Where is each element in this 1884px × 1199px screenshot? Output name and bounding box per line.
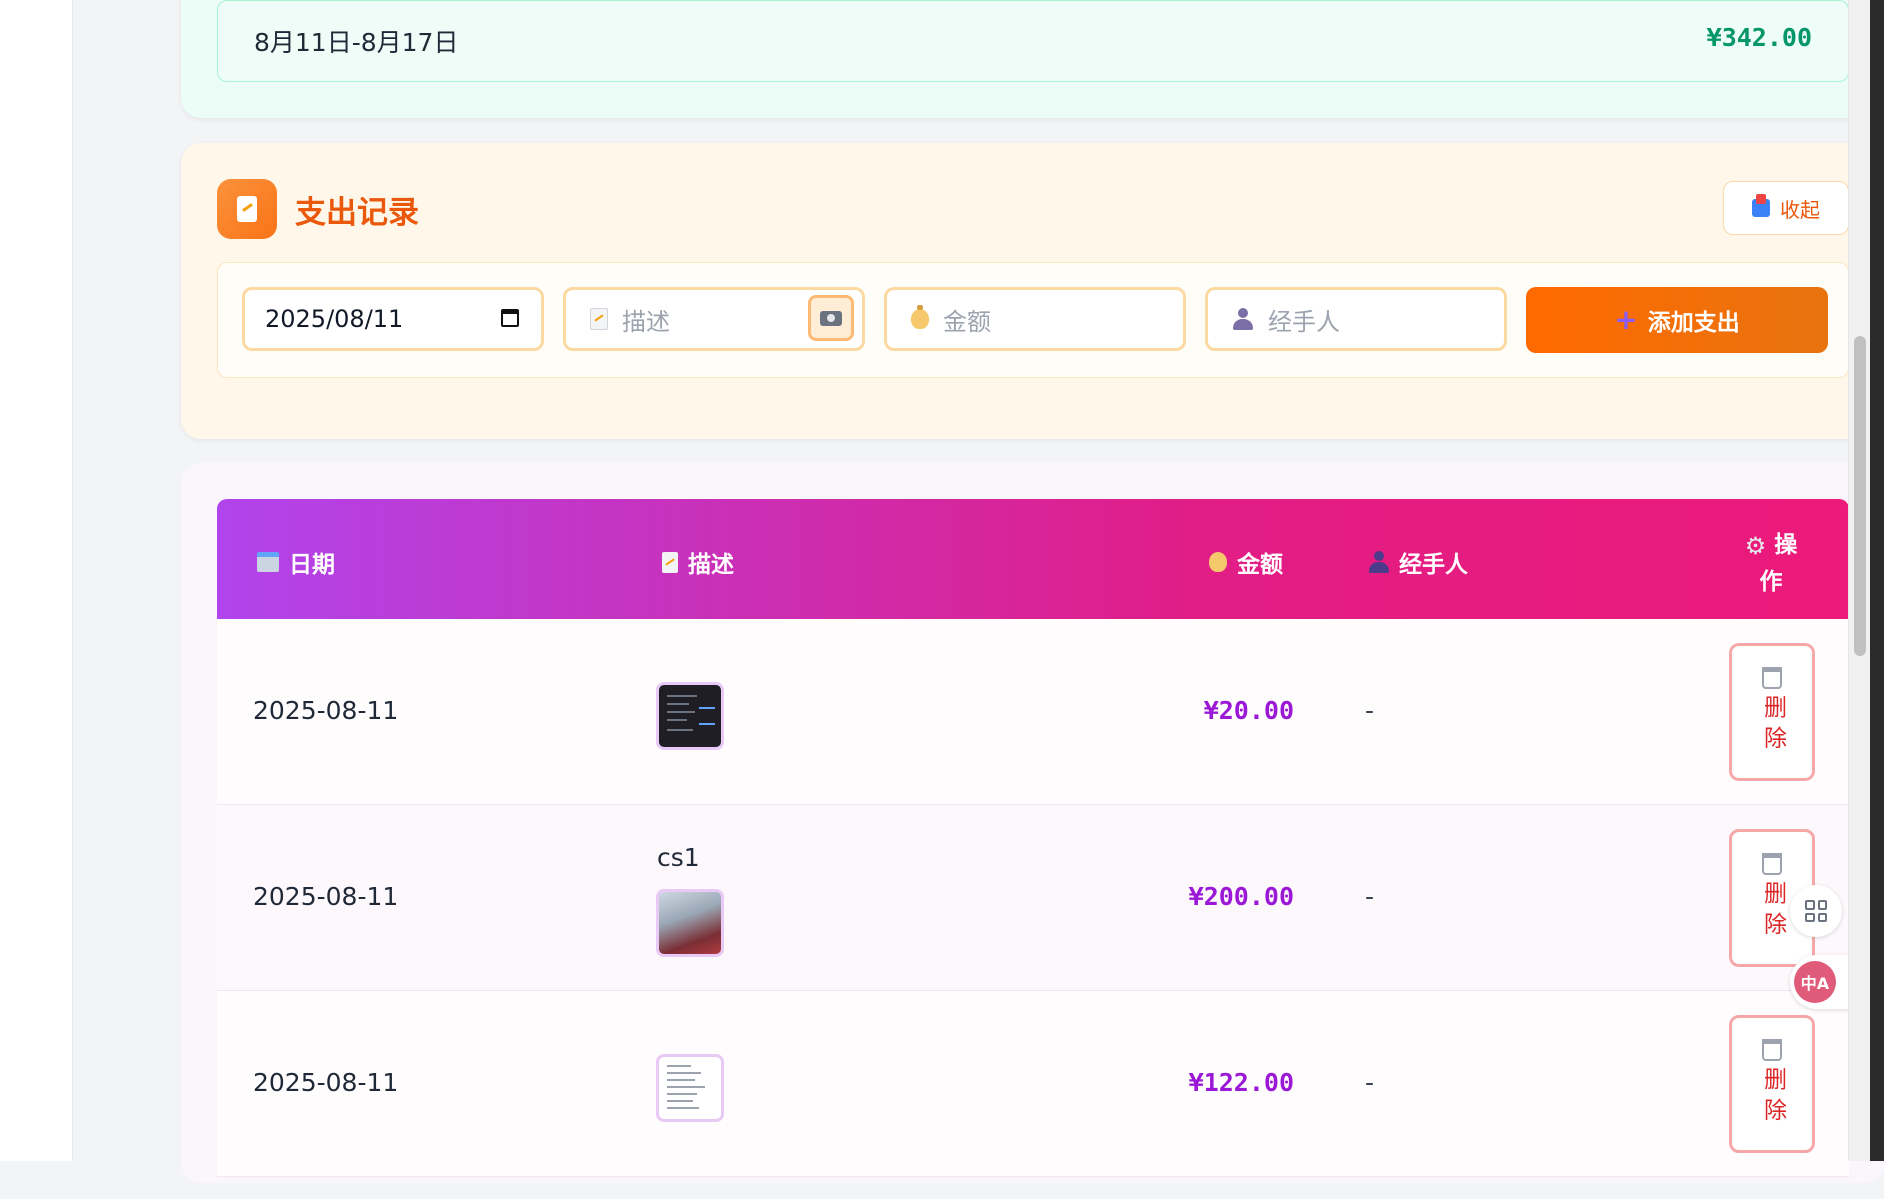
table-row: 2025-08-11 cs1 ¥200.00 - 删除 bbox=[217, 805, 1849, 991]
scrollbar-thumb[interactable] bbox=[1854, 336, 1866, 656]
calendar-icon bbox=[257, 552, 279, 572]
document-icon bbox=[662, 551, 678, 573]
expense-section-icon bbox=[217, 179, 277, 239]
camera-icon bbox=[820, 310, 842, 326]
header-handler-label: 经手人 bbox=[1399, 552, 1468, 578]
camera-upload-button[interactable] bbox=[808, 295, 854, 341]
handler-placeholder: 经手人 bbox=[1268, 307, 1340, 336]
collapse-label: 收起 bbox=[1780, 197, 1820, 222]
row-handler: - bbox=[1365, 882, 1375, 911]
inbox-icon bbox=[1752, 194, 1770, 217]
header-description-label: 描述 bbox=[688, 552, 734, 578]
header-operations: ⚙ 操作 bbox=[1741, 527, 1801, 600]
delete-button[interactable]: 删除 bbox=[1729, 643, 1815, 781]
page-scrollbar[interactable] bbox=[1848, 0, 1871, 1161]
row-amount: ¥200.00 bbox=[1188, 882, 1294, 911]
apps-float-button[interactable] bbox=[1790, 885, 1842, 937]
date-input[interactable]: 2025/08/11 bbox=[242, 287, 544, 351]
add-expense-label: 添加支出 bbox=[1647, 310, 1740, 336]
summary-amount: ¥342.00 bbox=[1706, 23, 1812, 52]
amount-input[interactable]: 金额 bbox=[884, 287, 1186, 351]
translate-float-button[interactable]: 中A bbox=[1790, 955, 1854, 1009]
receipt-thumbnail[interactable] bbox=[656, 682, 724, 750]
trash-icon bbox=[1762, 667, 1782, 689]
document-icon bbox=[590, 308, 608, 330]
collapse-button[interactable]: 收起 bbox=[1723, 181, 1849, 235]
expense-table: 日期 描述 金额 经手人 ⚙ 操作 2025-08-11 ¥20.00 - 删除… bbox=[217, 499, 1849, 1199]
add-expense-button[interactable]: + 添加支出 bbox=[1526, 287, 1828, 353]
row-amount: ¥20.00 bbox=[1203, 696, 1294, 725]
row-date: 2025-08-11 bbox=[253, 696, 399, 725]
description-placeholder: 描述 bbox=[622, 307, 670, 336]
header-date: 日期 bbox=[257, 545, 335, 579]
row-date: 2025-08-11 bbox=[253, 882, 399, 911]
expense-form-row: 2025/08/11 描述 金额 经手人 + 添加支出 bbox=[217, 262, 1849, 378]
row-amount: ¥122.00 bbox=[1188, 1068, 1294, 1097]
header-date-label: 日期 bbox=[289, 552, 335, 578]
apps-icon bbox=[1805, 900, 1827, 922]
plus-icon: + bbox=[1614, 303, 1638, 336]
person-icon bbox=[1232, 308, 1254, 330]
translate-icon: 中A bbox=[1794, 961, 1836, 1003]
delete-label: 删除 bbox=[1759, 695, 1786, 757]
person-icon bbox=[1369, 551, 1389, 573]
delete-label: 删除 bbox=[1759, 881, 1786, 943]
header-amount: 金额 bbox=[1209, 545, 1283, 579]
gear-icon: ⚙ bbox=[1744, 531, 1767, 560]
header-description: 描述 bbox=[662, 545, 734, 579]
row-handler: - bbox=[1365, 696, 1375, 725]
row-description: cs1 bbox=[657, 843, 700, 872]
header-operations-label: 操作 bbox=[1759, 532, 1798, 595]
section-title: 支出记录 bbox=[295, 195, 419, 231]
delete-button[interactable]: 删除 bbox=[1729, 1015, 1815, 1153]
table-row: 2025-08-11 ¥122.00 - 删除 bbox=[217, 991, 1849, 1177]
row-date: 2025-08-11 bbox=[253, 1068, 399, 1097]
document-icon bbox=[237, 196, 257, 222]
page: 8月11日-8月17日 ¥342.00 支出记录 收起 2025/08/11 描… bbox=[73, 0, 1884, 1183]
table-row: 2025-08-11 ¥20.00 - 删除 bbox=[217, 619, 1849, 805]
moneybag-icon bbox=[1209, 552, 1227, 572]
receipt-thumbnail[interactable] bbox=[656, 889, 724, 957]
trash-icon bbox=[1762, 1039, 1782, 1061]
summary-row: 8月11日-8月17日 ¥342.00 bbox=[217, 0, 1849, 82]
summary-range: 8月11日-8月17日 bbox=[254, 28, 459, 57]
description-input[interactable]: 描述 bbox=[563, 287, 865, 351]
delete-label: 删除 bbox=[1759, 1067, 1786, 1129]
header-handler: 经手人 bbox=[1369, 545, 1468, 579]
weekly-summary-card: 8月11日-8月17日 ¥342.00 bbox=[181, 0, 1884, 118]
row-handler: - bbox=[1365, 1068, 1375, 1097]
window-edge bbox=[1870, 0, 1884, 1161]
amount-placeholder: 金额 bbox=[943, 307, 991, 336]
calendar-picker-icon[interactable] bbox=[501, 309, 519, 327]
table-header: 日期 描述 金额 经手人 ⚙ 操作 bbox=[217, 499, 1849, 619]
date-value: 2025/08/11 bbox=[265, 305, 404, 333]
moneybag-icon bbox=[911, 305, 929, 329]
receipt-thumbnail[interactable] bbox=[656, 1054, 724, 1122]
handler-input[interactable]: 经手人 bbox=[1205, 287, 1507, 351]
trash-icon bbox=[1762, 853, 1782, 875]
expense-table-card: 日期 描述 金额 经手人 ⚙ 操作 2025-08-11 ¥20.00 - 删除… bbox=[181, 463, 1884, 1183]
expense-form-card: 支出记录 收起 2025/08/11 描述 金额 经手人 + 添加支出 bbox=[181, 143, 1884, 439]
left-gutter bbox=[0, 0, 73, 1161]
header-amount-label: 金额 bbox=[1237, 552, 1283, 578]
